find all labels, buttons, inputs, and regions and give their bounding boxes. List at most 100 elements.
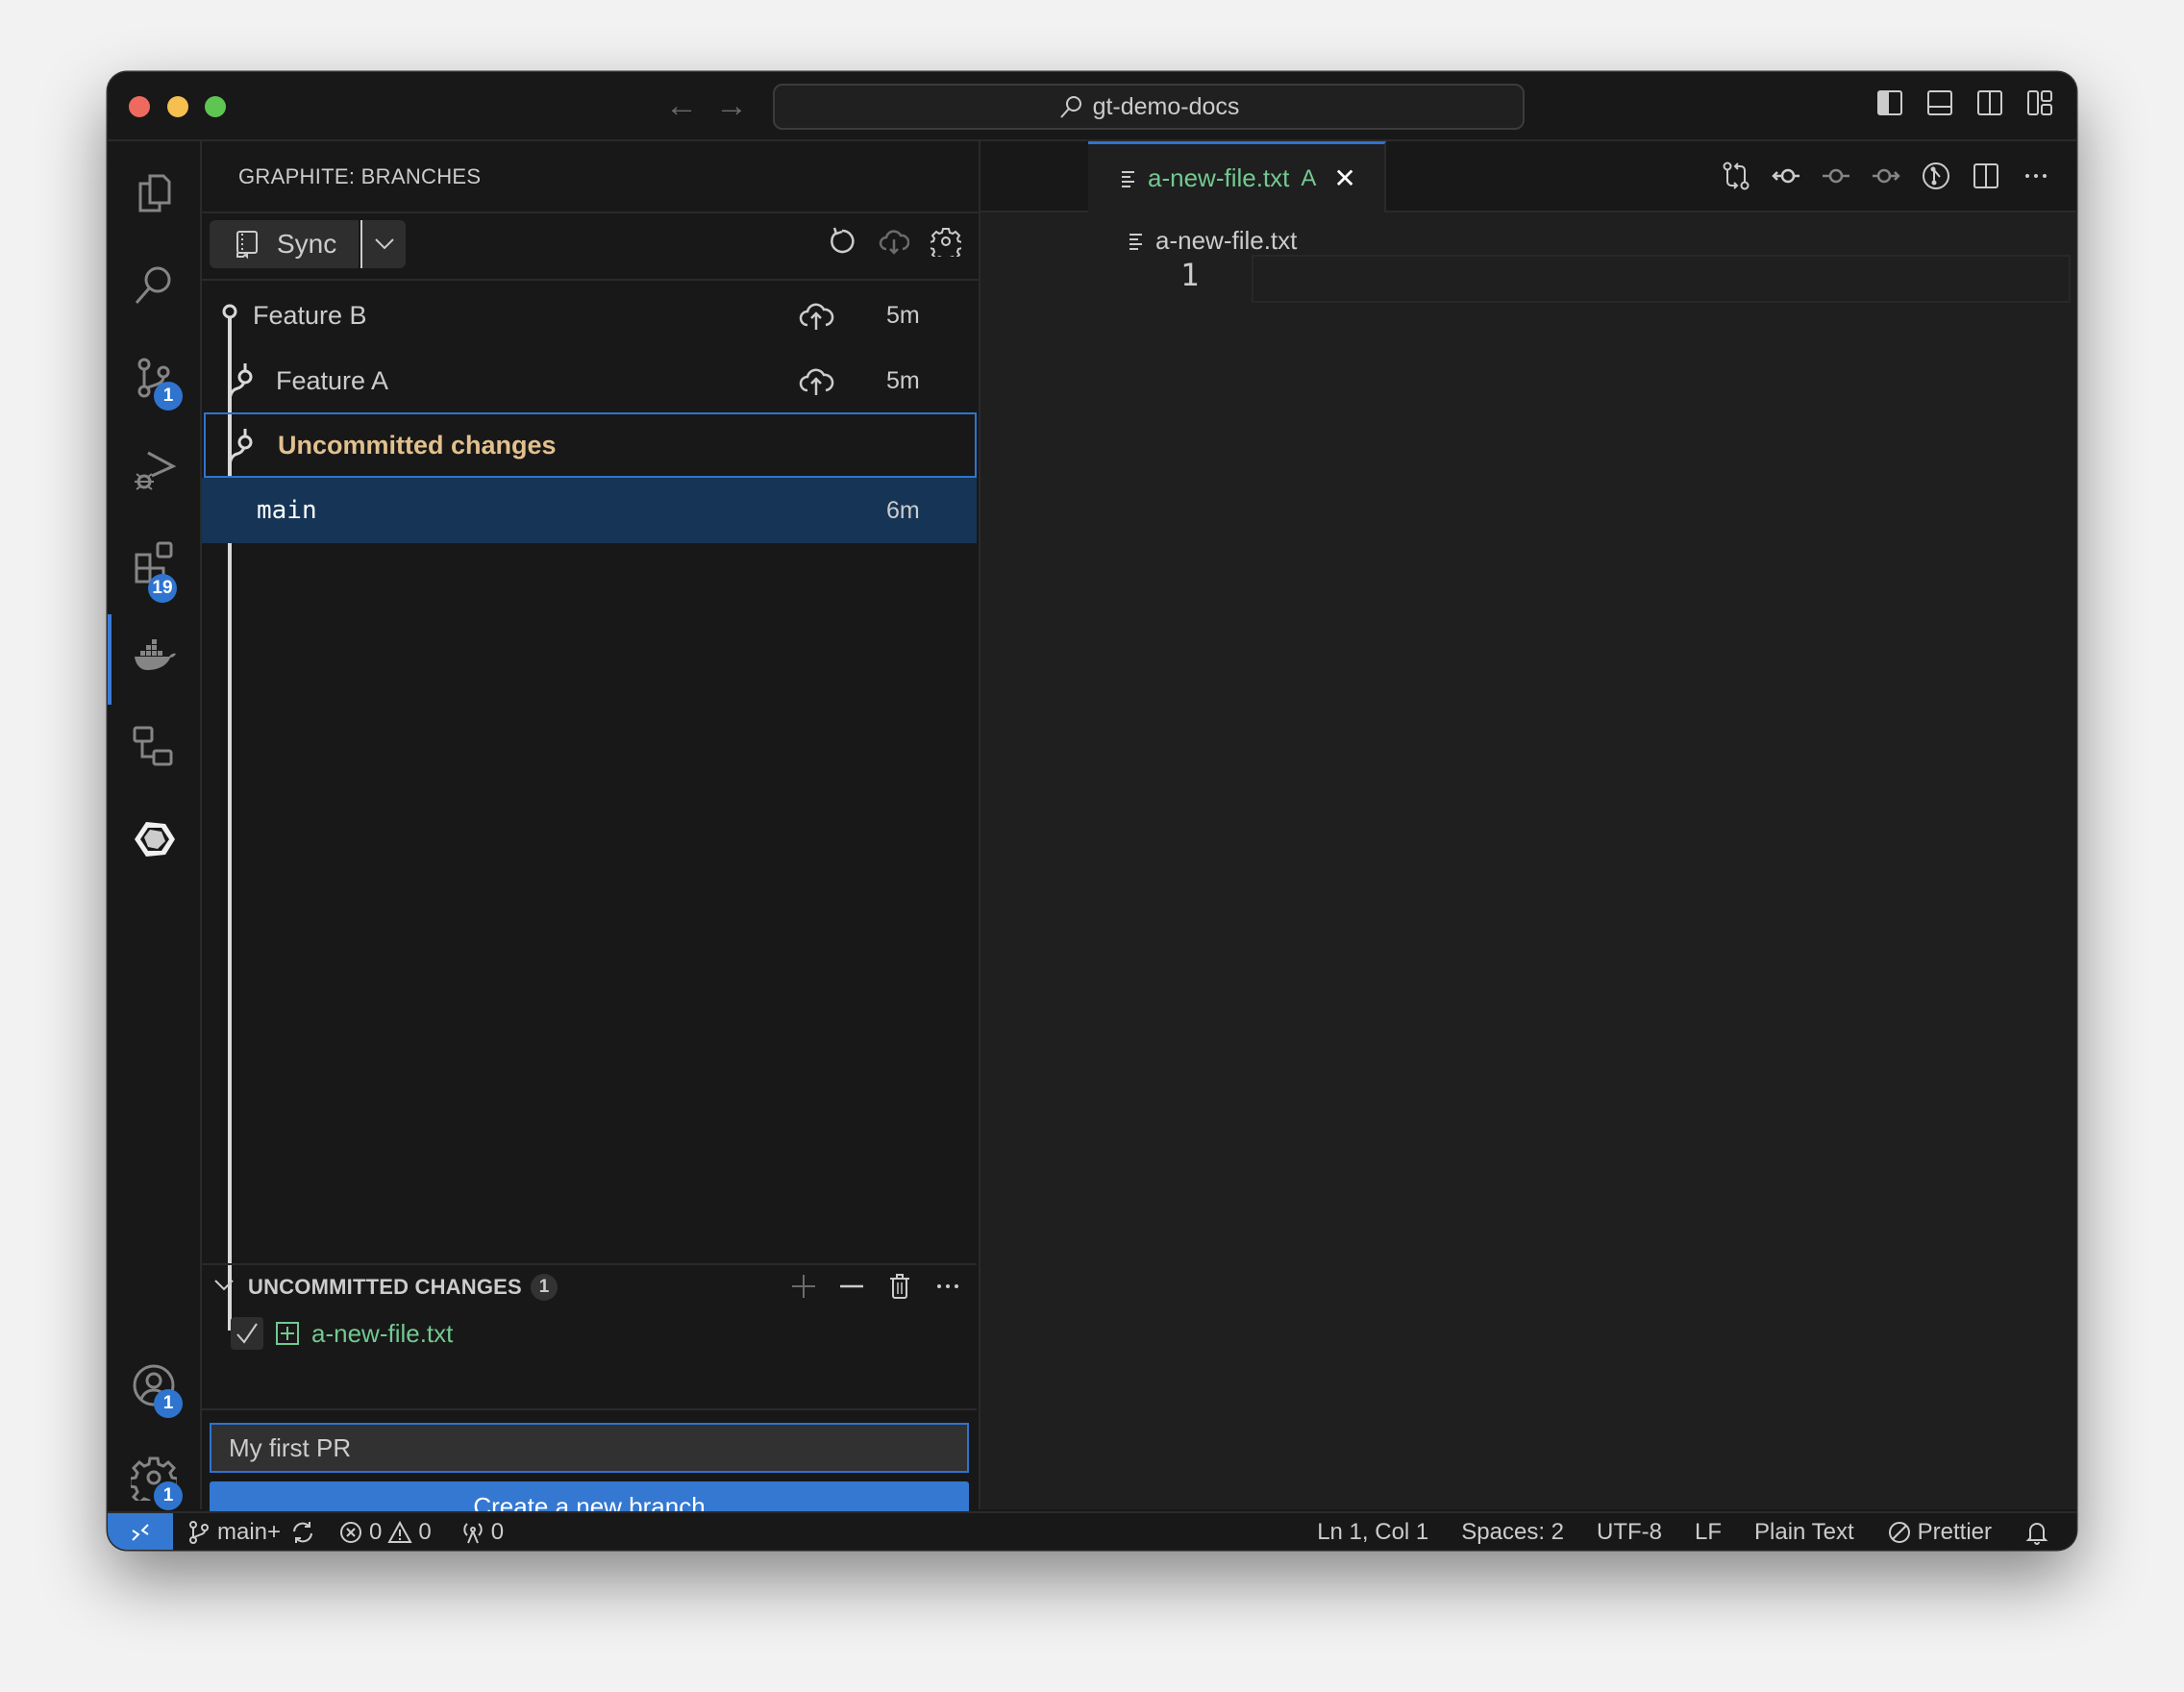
branch-time: 5m	[886, 366, 920, 394]
cloud-upload-icon[interactable]	[798, 300, 834, 331]
activity-docker[interactable]	[108, 616, 200, 693]
close-window-button[interactable]	[129, 96, 150, 117]
uncommitted-changes-section: UNCOMMITTED CHANGES 1 a-new-file.txt	[202, 1263, 977, 1409]
toggle-secondary-sidebar-icon[interactable]	[1976, 89, 2003, 116]
back-arrow-icon[interactable]: ←	[665, 89, 698, 122]
search-icon	[1059, 96, 1081, 118]
problems-status[interactable]: 0 0	[338, 1519, 432, 1546]
branch-name: main	[257, 496, 317, 525]
activity-search[interactable]	[108, 247, 200, 324]
indentation[interactable]: Spaces: 2	[1461, 1519, 1564, 1546]
ports-status[interactable]: 0	[460, 1519, 504, 1546]
trash-icon[interactable]	[884, 1271, 915, 1302]
uncommitted-changes-header[interactable]: UNCOMMITTED CHANGES 1	[202, 1265, 977, 1309]
next-commit-icon[interactable]	[1871, 161, 1901, 191]
branch-name-input[interactable]	[210, 1423, 969, 1473]
chevron-down-icon	[374, 238, 394, 250]
refresh-icon[interactable]	[827, 226, 857, 257]
remote-indicator[interactable]	[108, 1513, 173, 1550]
branch-row-feature-a[interactable]: Feature A 5m	[202, 348, 977, 413]
formatter-label: Prettier	[1917, 1519, 1992, 1545]
forward-arrow-icon[interactable]: →	[715, 89, 748, 122]
activity-run-debug[interactable]	[108, 432, 200, 509]
layout-controls	[1876, 89, 2053, 116]
language-mode[interactable]: Plain Text	[1754, 1519, 1854, 1546]
graphite-icon	[135, 822, 175, 857]
formatter-status[interactable]: Prettier	[1887, 1519, 1992, 1546]
stage-all-icon[interactable]	[788, 1271, 819, 1302]
activity-bar: 1 19 1 1	[108, 141, 202, 1510]
branch-name: Uncommitted changes	[278, 430, 557, 460]
command-center-text: gt-demo-docs	[1092, 92, 1240, 120]
title-bar: ← → gt-demo-docs	[108, 72, 2076, 141]
error-count: 0	[369, 1519, 383, 1545]
branch-row-uncommitted[interactable]: Uncommitted changes	[204, 412, 977, 478]
activity-graphite[interactable]	[108, 801, 200, 878]
activity-explorer[interactable]	[108, 155, 200, 232]
prohibited-icon	[1888, 1522, 1910, 1543]
file-checkbox[interactable]	[231, 1317, 263, 1350]
previous-commit-icon[interactable]	[1771, 161, 1801, 191]
unstage-all-icon[interactable]	[836, 1271, 867, 1302]
branch-name: Feature A	[276, 365, 389, 395]
cloud-upload-icon[interactable]	[798, 365, 834, 396]
broadcast-icon	[463, 1523, 483, 1544]
branch-status[interactable]: main+	[186, 1519, 281, 1546]
bell-icon[interactable]	[2024, 1520, 2049, 1545]
close-icon[interactable]: ✕	[1333, 162, 1355, 194]
activity-source-control[interactable]: 1	[108, 339, 200, 416]
activity-extensions[interactable]: 19	[108, 524, 200, 603]
files-icon	[138, 174, 171, 212]
text-file-icon	[1122, 170, 1134, 187]
status-bar: main+ 0 0 0 Ln 1, Col 1 Spaces: 2 UTF-8 …	[108, 1511, 2076, 1550]
git-branch-icon	[189, 1521, 209, 1544]
more-actions-icon[interactable]	[932, 1271, 963, 1302]
breadcrumb-file: a-new-file.txt	[1155, 226, 1298, 255]
encoding[interactable]: UTF-8	[1597, 1519, 1662, 1546]
status-right: Ln 1, Col 1 Spaces: 2 UTF-8 LF Plain Tex…	[1317, 1513, 2049, 1550]
editor-text-area[interactable]	[1252, 255, 2071, 303]
breadcrumb[interactable]: a-new-file.txt	[1129, 226, 1297, 256]
activity-accounts[interactable]: 1	[108, 1347, 200, 1424]
maximize-window-button[interactable]	[205, 96, 226, 117]
divider	[202, 279, 979, 281]
uncommitted-file-row[interactable]: a-new-file.txt	[231, 1317, 453, 1350]
cursor-position[interactable]: Ln 1, Col 1	[1317, 1519, 1428, 1546]
cloud-download-icon[interactable]	[879, 226, 910, 257]
command-center-search[interactable]: gt-demo-docs	[773, 84, 1525, 130]
branch-name: Feature B	[253, 300, 367, 330]
activity-remote-explorer[interactable]	[108, 709, 200, 785]
extensions-badge: 19	[148, 574, 177, 603]
chevron-down-icon[interactable]	[213, 1279, 235, 1292]
sync-dropdown-button[interactable]	[360, 220, 406, 268]
status-left: main+ 0 0 0	[186, 1513, 504, 1550]
git-graph-icon[interactable]	[1921, 161, 1951, 191]
editor-area: a-new-file.txt A ✕ a-new-file.txt 1	[980, 141, 2076, 1509]
tab-a-new-file[interactable]: a-new-file.txt A ✕	[1088, 141, 1386, 212]
sync-icon[interactable]	[290, 1520, 315, 1545]
run-debug-icon	[135, 451, 177, 490]
search-icon	[135, 266, 171, 304]
compare-changes-icon[interactable]	[1721, 161, 1751, 191]
customize-layout-icon[interactable]	[2026, 89, 2053, 116]
branch-time: 5m	[886, 301, 920, 329]
remote-explorer-icon	[133, 726, 173, 766]
sidebar-title: GRAPHITE: BRANCHES	[238, 164, 482, 188]
sync-button[interactable]: Sync	[210, 220, 359, 268]
tab-label: a-new-file.txt	[1148, 163, 1290, 192]
more-actions-icon[interactable]	[2021, 161, 2051, 191]
toggle-panel-icon[interactable]	[1926, 89, 1953, 116]
split-editor-icon[interactable]	[1971, 161, 2001, 191]
line-number: 1	[1180, 257, 1200, 293]
branch-row-main[interactable]: main 6m	[202, 478, 977, 543]
end-of-line[interactable]: LF	[1695, 1519, 1722, 1546]
toggle-primary-sidebar-icon[interactable]	[1876, 89, 1903, 116]
manage-badge: 1	[154, 1481, 183, 1510]
gear-icon[interactable]	[929, 226, 963, 262]
branch-row-feature-b[interactable]: Feature B 5m	[202, 283, 977, 348]
activity-manage[interactable]: 1	[108, 1439, 200, 1516]
warning-count: 0	[418, 1519, 432, 1545]
minimize-window-button[interactable]	[167, 96, 188, 117]
remote-icon	[132, 1524, 149, 1541]
commit-icon[interactable]	[1821, 161, 1851, 191]
